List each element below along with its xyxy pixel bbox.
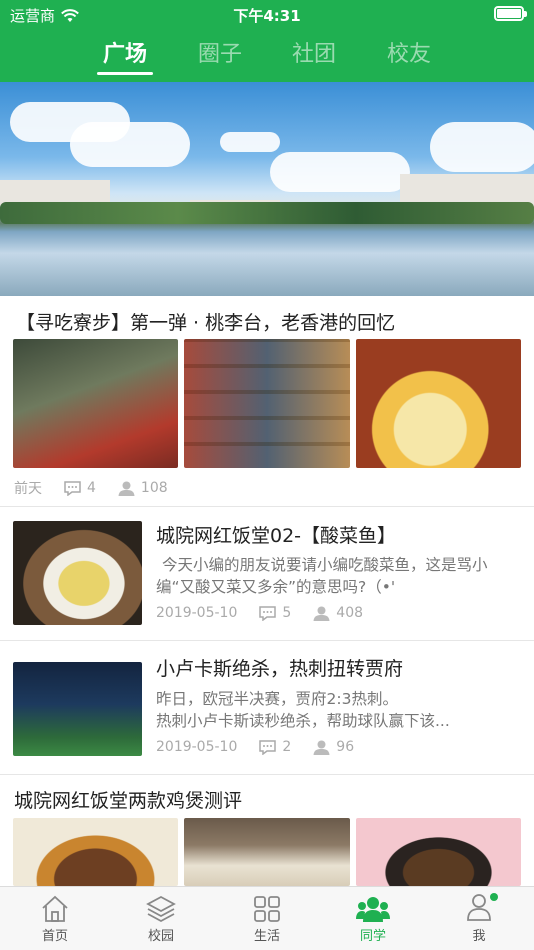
app-header: 运营商 下午4:31 广场 圈子 社团 校友 bbox=[0, 0, 534, 82]
nav-life-label: 生活 bbox=[253, 929, 280, 944]
view-count-icon bbox=[313, 606, 330, 621]
view-count: 96 bbox=[336, 739, 355, 755]
home-icon bbox=[42, 895, 68, 922]
article-thumbnail[interactable] bbox=[13, 339, 178, 468]
nav-home-label: 首页 bbox=[41, 929, 68, 944]
article-title[interactable]: 城院网红饭堂02-【酸菜鱼】 bbox=[156, 521, 396, 548]
article-thumbnail[interactable] bbox=[13, 818, 178, 886]
article-date: 前天 bbox=[14, 481, 42, 497]
article-title[interactable]: 城院网红饭堂两款鸡煲测评 bbox=[14, 786, 242, 813]
article-excerpt: 今天小编的朋友说要请小编吃酸菜鱼，这是骂小编“又酸又菜又多余”的意思吗?（•' bbox=[156, 556, 488, 596]
article-date: 2019-05-10 bbox=[156, 605, 238, 621]
status-bar: 运营商 下午4:31 bbox=[0, 0, 534, 30]
view-count: 108 bbox=[140, 480, 168, 496]
article-thumbnail[interactable] bbox=[184, 339, 350, 468]
article-excerpt-line: 昨日，欧冠半决赛，贾府2:3热刺。 bbox=[156, 690, 398, 708]
comment-icon bbox=[259, 605, 277, 621]
grid-icon bbox=[254, 896, 280, 922]
article-title[interactable]: 小卢卡斯绝杀，热刺扭转贾府 bbox=[156, 654, 403, 681]
bottom-tab-bar: 首页 校园 生活 同学 我 bbox=[0, 886, 534, 950]
classmates-icon bbox=[356, 897, 390, 922]
tab-shetuan[interactable]: 社团 bbox=[279, 36, 349, 68]
article-thumbnail[interactable] bbox=[184, 818, 350, 886]
article-thumbnail[interactable] bbox=[356, 818, 521, 886]
nav-me-label: 我 bbox=[472, 929, 486, 944]
nav-campus[interactable]: 校园 bbox=[116, 893, 206, 944]
top-tabs: 广场 圈子 社团 校友 bbox=[0, 34, 534, 78]
tab-guangchang[interactable]: 广场 bbox=[90, 36, 160, 68]
article-title[interactable]: 【寻吃寮步】第一弹 · 桃李台，老香港的回忆 bbox=[16, 308, 395, 335]
article-thumbnail[interactable] bbox=[356, 339, 521, 468]
tab-quanzi[interactable]: 圈子 bbox=[185, 36, 255, 68]
layers-icon bbox=[146, 895, 176, 923]
article-meta: 前天 4 108 bbox=[14, 478, 190, 498]
comment-count: 4 bbox=[87, 480, 96, 496]
divider bbox=[0, 774, 534, 775]
divider bbox=[0, 506, 534, 507]
active-tab-indicator bbox=[97, 72, 153, 75]
nav-campus-label: 校园 bbox=[147, 929, 174, 944]
article-thumbnail[interactable] bbox=[13, 662, 142, 756]
nav-home[interactable]: 首页 bbox=[10, 893, 100, 944]
notification-badge bbox=[490, 893, 498, 901]
divider bbox=[0, 640, 534, 641]
tab-xiaoyou[interactable]: 校友 bbox=[374, 36, 444, 68]
nav-me[interactable]: 我 bbox=[434, 893, 524, 944]
status-time: 下午4:31 bbox=[233, 7, 301, 25]
battery-icon bbox=[494, 6, 527, 21]
comment-count: 5 bbox=[282, 605, 292, 621]
nav-classmates[interactable]: 同学 bbox=[328, 893, 418, 944]
comment-count: 2 bbox=[282, 739, 292, 755]
article-meta: 2019-05-10 2 96 bbox=[156, 739, 376, 755]
comment-icon bbox=[259, 739, 277, 755]
article-thumbnail[interactable] bbox=[13, 521, 142, 625]
view-count: 408 bbox=[336, 605, 364, 621]
hero-banner-image[interactable] bbox=[0, 82, 534, 296]
nav-classmates-label: 同学 bbox=[359, 929, 386, 944]
view-count-icon bbox=[313, 740, 330, 755]
comment-icon bbox=[64, 480, 81, 496]
nav-life[interactable]: 生活 bbox=[222, 893, 312, 944]
person-icon bbox=[467, 894, 491, 921]
view-count-icon bbox=[118, 481, 135, 496]
article-date: 2019-05-10 bbox=[156, 739, 238, 755]
article-meta: 2019-05-10 5 408 bbox=[156, 605, 385, 621]
article-excerpt-line: 热刺小卢卡斯读秒绝杀，帮助球队赢下该... bbox=[156, 712, 450, 730]
